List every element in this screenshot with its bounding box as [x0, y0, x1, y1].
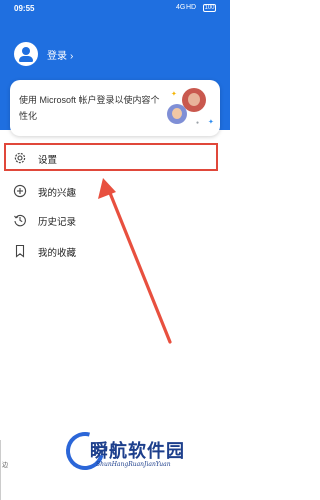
watermark-logo: 瞬航软件园 ShunHangRuanJianYuan — [59, 425, 220, 477]
watermark-brand-sub: ShunHangRuanJianYuan — [96, 461, 171, 468]
edge-text: 边 — [2, 463, 9, 469]
annotation-arrow-icon — [98, 178, 172, 344]
edge-divider — [0, 440, 1, 500]
watermark-brand: 瞬航软件园 — [90, 441, 185, 462]
